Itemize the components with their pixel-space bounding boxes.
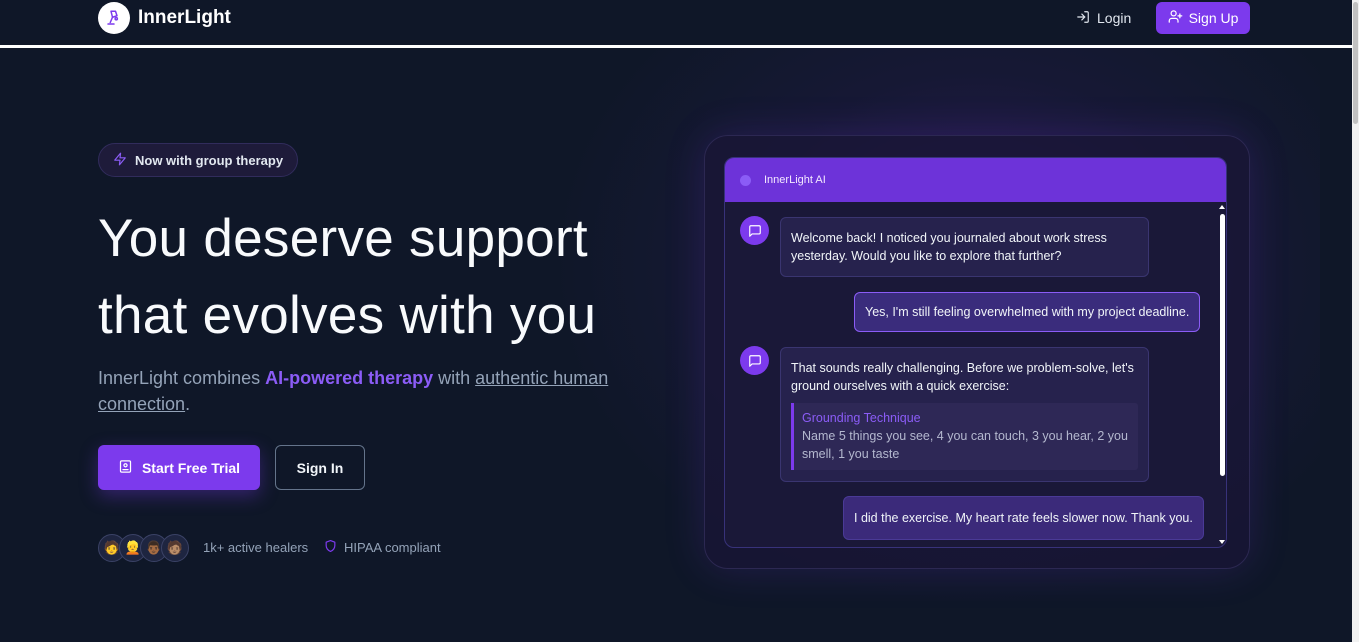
subtext-accent: AI-powered therapy xyxy=(265,368,434,388)
user-message: I did the exercise. My heart rate feels … xyxy=(843,496,1204,540)
user-message-text: Yes, I'm still feeling overwhelmed with … xyxy=(865,305,1190,319)
sign-in-label: Sign In xyxy=(296,459,344,476)
subtext-middle: with xyxy=(433,368,476,388)
message-icon xyxy=(740,346,769,375)
start-free-trial-label: Start Free Trial xyxy=(141,459,241,476)
lamp-logo-icon xyxy=(98,2,130,34)
journal-icon xyxy=(118,459,133,477)
logo-text: InnerLight xyxy=(138,7,231,28)
feature-badge: Now with group therapy xyxy=(98,143,299,177)
chat-scroll-down-arrow[interactable] xyxy=(1219,540,1225,544)
subtext-suffix: . xyxy=(185,394,191,414)
chat-window: InnerLight AI Welcome back! I noticed yo… xyxy=(724,157,1227,548)
page-scrollbar-thumb[interactable] xyxy=(1353,2,1358,124)
chat-title: InnerLight AI xyxy=(764,174,826,186)
login-button[interactable]: Login xyxy=(1068,4,1139,32)
message-icon xyxy=(740,216,769,245)
hero-headline: You deserve support that evolves with yo… xyxy=(98,200,698,354)
chat-scroll-up-arrow[interactable] xyxy=(1219,205,1225,209)
technique-title: Grounding Technique xyxy=(802,411,921,425)
signup-button[interactable]: Sign Up xyxy=(1156,2,1250,34)
ai-message-text: That sounds really challenging. Before w… xyxy=(791,361,1134,393)
chat-scrollbar-thumb[interactable] xyxy=(1220,214,1225,476)
header-divider xyxy=(0,45,1352,48)
hipaa-badge: HIPAA compliant xyxy=(324,539,441,556)
technique-body: Name 5 things you see, 4 you can touch, … xyxy=(802,429,1128,461)
ai-message-text: Welcome back! I noticed you journaled ab… xyxy=(791,231,1107,263)
top-nav: InnerLight Login Sign Up xyxy=(0,0,1352,46)
healer-avatars: 🧑 👱 👨🏾 🧑🏽 xyxy=(98,534,189,562)
subtext-prefix: InnerLight combines xyxy=(98,368,266,388)
ai-message: Welcome back! I noticed you journaled ab… xyxy=(780,217,1149,277)
avatar: 🧑🏽 xyxy=(161,534,189,562)
login-label: Login xyxy=(1097,10,1132,26)
user-message-text: I did the exercise. My heart rate feels … xyxy=(854,511,1193,525)
headline-line-2: that evolves with you xyxy=(98,286,597,345)
status-dot xyxy=(740,174,751,186)
hero-subtext: InnerLight combines AI-powered therapy w… xyxy=(98,365,658,417)
hipaa-text: HIPAA compliant xyxy=(344,540,441,555)
signup-label: Sign Up xyxy=(1188,10,1239,26)
ai-message: That sounds really challenging. Before w… xyxy=(780,347,1149,482)
active-healers-text: 1k+ active healers xyxy=(203,540,309,555)
user-plus-icon xyxy=(1168,9,1183,27)
logo[interactable]: InnerLight xyxy=(98,2,231,34)
user-message: Yes, I'm still feeling overwhelmed with … xyxy=(854,292,1201,332)
headline-line-1: You deserve support xyxy=(98,209,588,268)
login-icon xyxy=(1076,10,1090,27)
zap-icon xyxy=(113,152,127,169)
sign-in-button[interactable]: Sign In xyxy=(275,445,365,490)
start-free-trial-button[interactable]: Start Free Trial xyxy=(98,445,260,490)
chat-header: InnerLight AI xyxy=(725,158,1226,202)
grounding-technique-card: Grounding Technique Name 5 things you se… xyxy=(791,403,1138,470)
shield-icon xyxy=(324,539,337,556)
badge-text: Now with group therapy xyxy=(135,152,284,168)
